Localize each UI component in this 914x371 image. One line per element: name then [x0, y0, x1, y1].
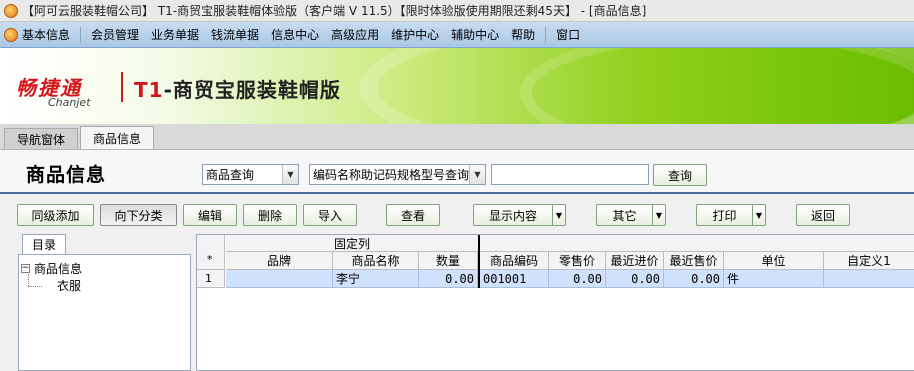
chevron-down-icon[interactable]: ▼	[652, 205, 665, 225]
menu-advanced[interactable]: 高级应用	[325, 26, 385, 43]
tree-node-clothes[interactable]: 衣服	[57, 277, 81, 294]
cell-unit[interactable]: 件	[724, 270, 824, 288]
tree-connector	[28, 286, 42, 287]
import-button[interactable]: 导入	[303, 204, 357, 226]
column-header-last-sale-price[interactable]: 最近售价	[664, 252, 724, 270]
cell-custom1[interactable]	[824, 270, 914, 288]
product-banner: 畅捷通 Chanjet T1-商贸宝服装鞋帽版	[0, 48, 914, 124]
column-header-code[interactable]: 商品编码	[480, 252, 549, 270]
chevron-down-icon[interactable]: ▼	[752, 205, 765, 225]
chevron-down-icon[interactable]: ▼	[282, 165, 298, 184]
menu-member[interactable]: 会员管理	[85, 26, 145, 43]
tab-navigation[interactable]: 导航窗体	[4, 128, 79, 149]
menu-cash-docs[interactable]: 钱流单据	[205, 26, 265, 43]
menu-bar: 基本信息 会员管理 业务单据 钱流单据 信息中心 高级应用 维护中心 辅助中心 …	[0, 22, 914, 48]
search-input[interactable]	[491, 164, 649, 185]
basic-info-icon	[4, 27, 18, 42]
cell-code[interactable]: 001001	[480, 270, 549, 288]
page-title: 商品信息	[26, 164, 107, 186]
column-header-last-purchase-price[interactable]: 最近进价	[606, 252, 664, 270]
menu-assist[interactable]: 辅助中心	[445, 26, 505, 43]
column-header-brand[interactable]: 品牌	[226, 252, 333, 270]
menu-business-docs[interactable]: 业务单据	[145, 26, 205, 43]
column-header-qty[interactable]: 数量	[419, 252, 478, 270]
product-grid: 固定列 * 品牌 商品名称 数量 商品编码 零售价 最近进价 最近售价 单位 自…	[196, 234, 914, 371]
cell-brand[interactable]	[226, 270, 333, 288]
brand-logo-en: Chanjet	[48, 96, 91, 109]
column-header-custom1[interactable]: 自定义1	[824, 252, 914, 270]
query-field-select[interactable]: 编码名称助记码规格型号查询 ▼	[309, 164, 486, 185]
menu-basic-info[interactable]: 基本信息	[0, 26, 76, 43]
menu-maintenance[interactable]: 维护中心	[385, 26, 445, 43]
scroll-columns-header	[480, 235, 914, 252]
cell-qty[interactable]: 0.00	[419, 270, 478, 288]
row-number[interactable]: 1	[197, 270, 225, 288]
query-mode-select[interactable]: 商品查询 ▼	[202, 164, 299, 185]
chevron-down-icon[interactable]: ▼	[552, 205, 565, 225]
edit-button[interactable]: 编辑	[183, 204, 237, 226]
main-content: 商品信息 商品查询 ▼ 编码名称助记码规格型号查询 ▼ 查询 同级添加 向下分类…	[0, 150, 914, 371]
document-tabs: 导航窗体 商品信息	[0, 124, 914, 150]
logo-divider	[121, 72, 123, 102]
title-bar: 【阿可云服装鞋帽公司】 T1-商贸宝服装鞋帽体验版（客户端 V 11.5）【限时…	[0, 0, 914, 22]
collapse-icon[interactable]: −	[21, 264, 30, 273]
cell-last-sale-price[interactable]: 0.00	[664, 270, 724, 288]
menu-separator	[80, 26, 82, 43]
banner-decoration	[520, 48, 914, 124]
product-name: T1-商贸宝服装鞋帽版	[134, 78, 341, 102]
cell-last-purchase-price[interactable]: 0.00	[606, 270, 664, 288]
frozen-column-divider[interactable]	[478, 235, 480, 288]
back-button[interactable]: 返回	[796, 204, 850, 226]
cell-retail-price[interactable]: 0.00	[549, 270, 606, 288]
tree-node-root[interactable]: − 商品信息	[21, 260, 82, 277]
tab-product-info[interactable]: 商品信息	[80, 126, 155, 149]
chevron-down-icon[interactable]: ▼	[469, 165, 485, 184]
menu-separator	[545, 26, 547, 43]
menu-info-center[interactable]: 信息中心	[265, 26, 325, 43]
display-content-dropdown[interactable]: 显示内容 ▼	[473, 204, 566, 226]
app-icon	[4, 3, 18, 18]
column-header-name[interactable]: 商品名称	[333, 252, 419, 270]
column-header-unit[interactable]: 单位	[724, 252, 824, 270]
menu-help[interactable]: 帮助	[505, 26, 541, 43]
tab-catalog[interactable]: 目录	[22, 234, 66, 254]
other-dropdown[interactable]: 其它 ▼	[596, 204, 666, 226]
same-level-add-button[interactable]: 同级添加	[17, 204, 94, 226]
fixed-columns-header: 固定列	[226, 235, 478, 252]
cell-name[interactable]: 李宁	[333, 270, 419, 288]
window-title: 【阿可云服装鞋帽公司】 T1-商贸宝服装鞋帽体验版（客户端 V 11.5）【限时…	[22, 4, 647, 18]
menu-window[interactable]: 窗口	[550, 26, 586, 43]
delete-button[interactable]: 删除	[243, 204, 297, 226]
category-tree: − 商品信息 衣服	[18, 254, 191, 371]
add-subcategory-button[interactable]: 向下分类	[100, 204, 177, 226]
column-header-retail-price[interactable]: 零售价	[549, 252, 606, 270]
view-button[interactable]: 查看	[386, 204, 440, 226]
query-button[interactable]: 查询	[653, 164, 707, 186]
print-dropdown[interactable]: 打印 ▼	[696, 204, 766, 226]
header-row: 商品信息 商品查询 ▼ 编码名称助记码规格型号查询 ▼ 查询	[0, 150, 914, 194]
tree-connector	[28, 274, 29, 286]
grid-corner[interactable]: *	[197, 235, 225, 270]
